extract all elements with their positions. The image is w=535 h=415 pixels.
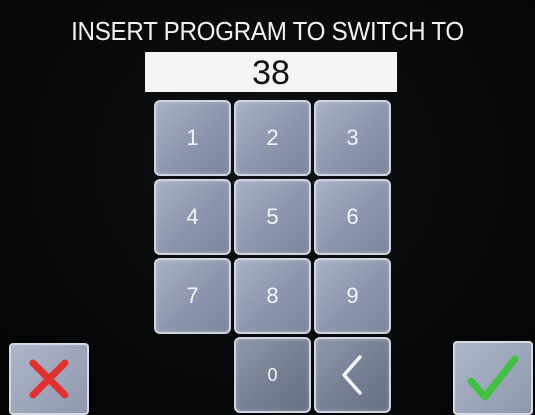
- close-icon: [27, 357, 71, 401]
- key-9[interactable]: 9: [314, 258, 391, 334]
- page-title: INSERT PROGRAM TO SWITCH TO: [71, 16, 464, 46]
- confirm-button[interactable]: [453, 341, 533, 415]
- key-5[interactable]: 5: [234, 179, 311, 255]
- checkmark-icon: [465, 353, 521, 403]
- key-8[interactable]: 8: [234, 258, 311, 334]
- cancel-button[interactable]: [9, 343, 89, 415]
- key-7[interactable]: 7: [154, 258, 231, 334]
- key-2[interactable]: 2: [234, 100, 311, 176]
- key-6[interactable]: 6: [314, 179, 391, 255]
- key-0[interactable]: 0: [234, 337, 311, 413]
- program-switch-screen: INSERT PROGRAM TO SWITCH TO 38 1 2 3 4 5…: [0, 0, 535, 415]
- key-4[interactable]: 4: [154, 179, 231, 255]
- chevron-left-icon: [338, 353, 368, 397]
- backspace-button[interactable]: [314, 337, 391, 413]
- key-1[interactable]: 1: [154, 100, 231, 176]
- key-3[interactable]: 3: [314, 100, 391, 176]
- program-number-display: 38: [145, 52, 397, 92]
